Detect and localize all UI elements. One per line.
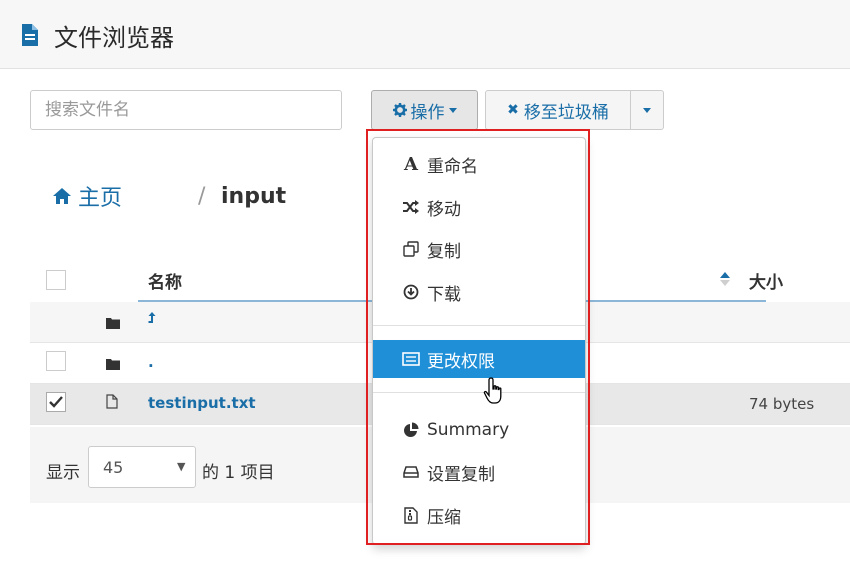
breadcrumb-separator: /	[198, 184, 206, 209]
row-checkbox-checked[interactable]	[46, 392, 66, 412]
menu-item-compress[interactable]: 压缩	[373, 496, 585, 534]
trash-dropdown-toggle[interactable]	[630, 90, 664, 130]
menu-item-copy[interactable]: 复制	[373, 230, 585, 268]
menu-item-change-permissions[interactable]: 更改权限	[373, 340, 585, 378]
gear-icon	[392, 103, 407, 117]
menu-item-label: 复制	[427, 241, 461, 262]
menu-item-set-replication[interactable]: 设置复制	[373, 453, 585, 491]
page-size-label: 显示	[46, 463, 80, 483]
column-header-size[interactable]: 大小	[749, 268, 783, 293]
file-icon	[20, 24, 40, 50]
breadcrumb-current: input	[221, 184, 287, 209]
menu-item-label: Summary	[427, 420, 510, 440]
item-count: 的 1 项目	[202, 463, 275, 483]
menu-item-label: 重命名	[427, 156, 478, 177]
font-icon: A	[404, 153, 418, 175]
menu-item-move[interactable]: 移动	[373, 188, 585, 226]
menu-item-label: 下载	[427, 284, 461, 305]
home-icon	[52, 187, 72, 205]
menu-item-label: 压缩	[427, 507, 461, 528]
chevron-down-icon	[448, 107, 457, 113]
download-icon	[401, 282, 421, 302]
actions-button-label: 操作	[410, 102, 445, 123]
menu-item-rename[interactable]: A 重命名	[373, 145, 585, 183]
folder-icon	[106, 355, 120, 374]
hand-cursor-icon	[483, 376, 507, 412]
breadcrumb-home[interactable]: 主页	[52, 180, 122, 212]
level-up-icon	[148, 312, 156, 323]
pie-chart-icon	[401, 420, 421, 440]
menu-item-download[interactable]: 下载	[373, 273, 585, 311]
file-size: 74 bytes	[749, 395, 815, 413]
page-size-select[interactable]: 45 ▼	[88, 446, 196, 488]
close-icon: ✖	[507, 102, 519, 118]
select-all-checkbox[interactable]	[46, 270, 66, 290]
page-title: 文件浏览器	[54, 24, 174, 52]
menu-item-label: 更改权限	[427, 351, 495, 372]
column-header-name[interactable]: 名称	[148, 268, 182, 293]
row-checkbox[interactable]	[46, 351, 66, 371]
file-name-link[interactable]: testinput.txt	[148, 394, 256, 412]
actions-dropdown-menu: A 重命名 移动 复制 下载 更改权限 Summary 设置复制 压缩	[372, 137, 586, 545]
archive-icon	[401, 505, 421, 525]
move-to-trash-button[interactable]: ✖ 移至垃圾桶	[485, 90, 631, 130]
parent-directory-link[interactable]	[148, 311, 156, 329]
list-icon	[401, 349, 421, 369]
app-header: 文件浏览器	[0, 0, 850, 69]
search-input[interactable]	[30, 90, 342, 130]
file-outline-icon	[106, 394, 118, 413]
copy-icon	[401, 239, 421, 259]
folder-icon	[106, 314, 120, 333]
menu-divider	[373, 392, 585, 393]
move-to-trash-label: 移至垃圾桶	[523, 102, 609, 123]
chevron-down-icon: ▼	[177, 460, 186, 473]
menu-item-label: 设置复制	[427, 464, 495, 485]
breadcrumb-home-label: 主页	[78, 186, 123, 211]
file-name-link[interactable]: .	[148, 353, 154, 371]
sort-icon[interactable]	[719, 270, 731, 292]
actions-button[interactable]: 操作	[371, 90, 478, 130]
chevron-down-icon	[643, 107, 651, 113]
drive-icon	[401, 462, 421, 482]
page-size-value: 45	[103, 458, 124, 477]
shuffle-icon	[401, 197, 421, 217]
menu-item-summary[interactable]: Summary	[373, 411, 585, 449]
menu-item-label: 移动	[427, 199, 461, 220]
menu-divider	[373, 325, 585, 326]
